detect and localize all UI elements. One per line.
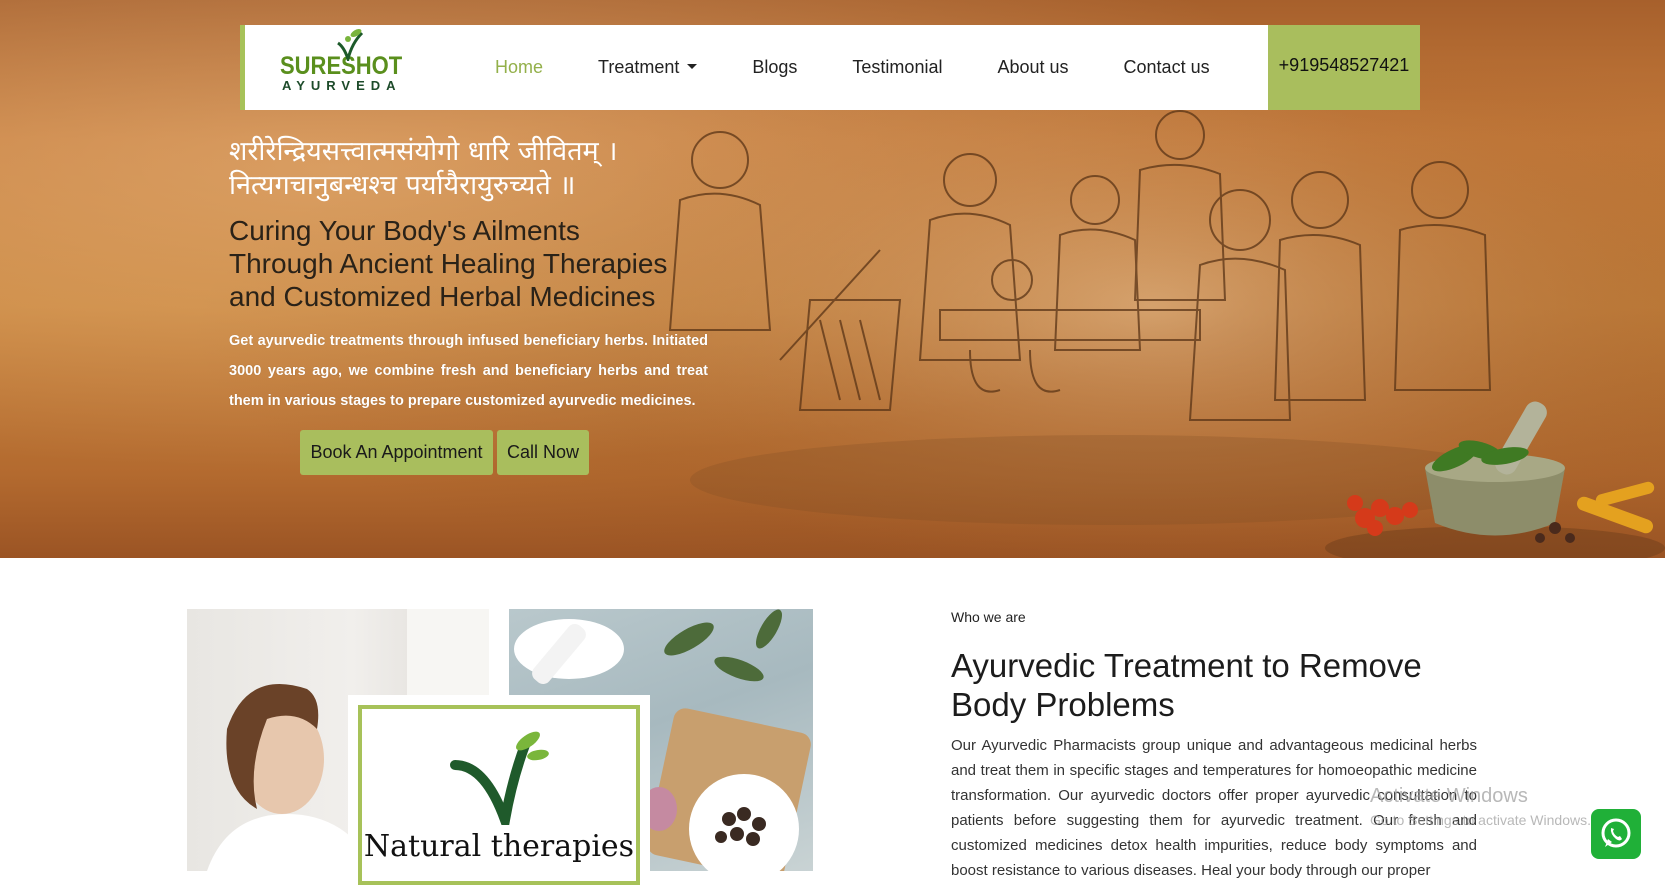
badge-border: Natural therapies [358, 705, 640, 885]
activate-windows-watermark: Activate Windows [1370, 785, 1528, 807]
phone-number-button[interactable]: +919548527421 [1268, 25, 1420, 110]
leaf-v-logo-icon [337, 29, 364, 61]
hero-description: Get ayurvedic treatments through infused… [229, 333, 708, 409]
whatsapp-chat-button[interactable] [1591, 809, 1641, 859]
badge-label: Natural therapies [363, 829, 635, 864]
chevron-down-icon [687, 63, 698, 69]
nav-testimonial[interactable]: Testimonial [852, 57, 942, 78]
book-appointment-button[interactable]: Book An Appointment [300, 430, 493, 475]
nav-treatment-dropdown[interactable]: Treatment [598, 57, 698, 78]
whatsapp-icon [1601, 818, 1631, 848]
about-paragraph: Our Ayurvedic Pharmacists group unique a… [951, 737, 1477, 879]
activate-windows-subtext: Go to Settings to activate Windows. [1370, 812, 1591, 828]
nav-treatment-label: Treatment [598, 57, 680, 77]
section-eyebrow: Who we are [951, 609, 1026, 625]
logo-line-2: AYURVEDA [282, 78, 402, 93]
hero-heading: Curing Your Body's Ailments Through Anci… [229, 215, 668, 312]
top-navbar: SURESHOT AYURVEDA Home Treatment Blogs T… [240, 25, 1420, 110]
nav-home[interactable]: Home [495, 57, 543, 78]
about-heading: Ayurvedic Treatment to Remove Body Probl… [951, 647, 1422, 723]
nav-blogs[interactable]: Blogs [752, 57, 797, 78]
brand-logo[interactable]: SURESHOT AYURVEDA [280, 29, 410, 109]
mortar-spices-illustration [1325, 401, 1665, 558]
nav-about-us[interactable]: About us [997, 57, 1068, 78]
sanskrit-line-2: नित्यगचानुबन्धश्च पर्यायैरायुरुच्यते ॥ [229, 170, 576, 201]
sanskrit-line-1: शरीरेन्द्रियसत्त्वात्मसंयोगो धारि जीवितम… [229, 136, 618, 167]
leaf-v-logo-icon [450, 731, 549, 825]
call-now-button[interactable]: Call Now [497, 430, 589, 475]
sanskrit-shloka: शरीरेन्द्रियसत्त्वात्मसंयोगो धारि जीवितम… [229, 135, 749, 203]
nav-links: Home Treatment Blogs Testimonial About u… [495, 25, 1265, 110]
nav-contact-us[interactable]: Contact us [1124, 57, 1210, 78]
natural-therapies-badge: Natural therapies [348, 695, 650, 885]
